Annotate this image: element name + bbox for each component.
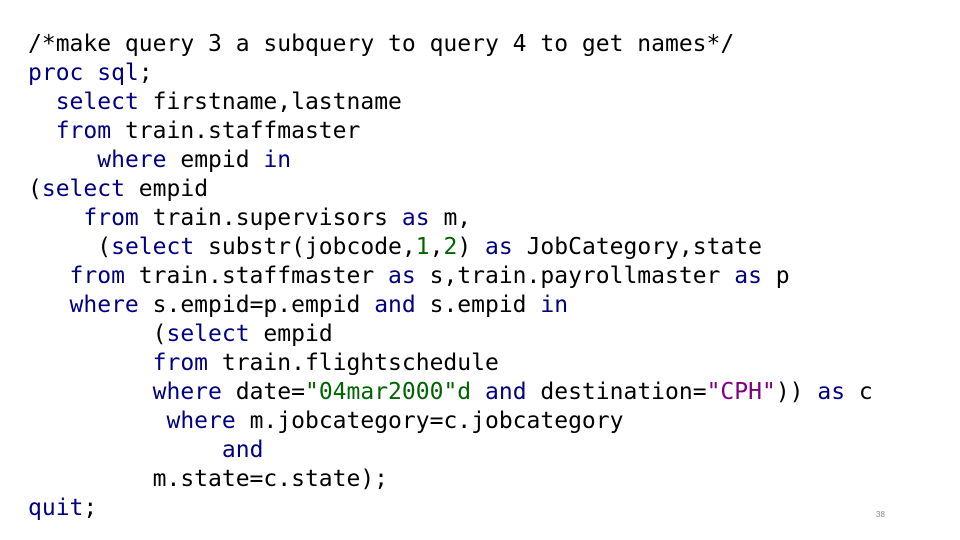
code-line: where empid in xyxy=(28,146,873,175)
code-line: (select empid xyxy=(28,175,873,204)
code-line: m.state=c.state); xyxy=(28,465,873,494)
code-token-plain: substr(jobcode, xyxy=(194,234,416,260)
code-token-plain: ( xyxy=(28,176,42,202)
code-token-plain: s,train.payrollmaster xyxy=(415,263,735,289)
code-token-num: 1 xyxy=(415,234,430,260)
code-token-kw: as xyxy=(817,379,846,405)
code-token-plain: empid xyxy=(124,176,209,202)
code-token-plain: train.flightschedule xyxy=(208,350,499,376)
code-line: from train.staffmaster as s,train.payrol… xyxy=(28,262,873,291)
code-token-plain: ( xyxy=(28,234,112,260)
code-token-str: "CPH" xyxy=(706,379,776,405)
code-token-plain: ( xyxy=(28,321,167,347)
code-token-plain: train.supervisors xyxy=(138,205,402,231)
code-token-plain: m, xyxy=(429,205,472,231)
page-number: 38 xyxy=(876,510,885,519)
code-line: from train.flightschedule xyxy=(28,349,873,378)
code-token-plain: empid xyxy=(249,321,333,347)
code-token-comment: /*make query 3 a subquery to query 4 to … xyxy=(28,31,735,57)
code-line: and xyxy=(28,436,873,465)
code-line: (select empid xyxy=(28,320,873,349)
code-token-kw: where xyxy=(152,379,222,405)
code-token-kw: and xyxy=(221,437,264,463)
code-line: select firstname,lastname xyxy=(28,88,873,117)
code-line: from train.supervisors as m, xyxy=(28,204,873,233)
code-token-kw: and xyxy=(485,379,527,405)
code-line: proc sql; xyxy=(28,59,873,88)
code-token-plain: p xyxy=(761,263,790,289)
code-token-plain: train.staffmaster xyxy=(111,118,361,144)
code-token-proc: proc sql xyxy=(28,60,139,86)
code-token-plain: s.empid=p.empid xyxy=(138,292,375,318)
code-token-plain: ; xyxy=(83,495,98,521)
code-token-plain: )) xyxy=(775,379,818,405)
code-token-kw: select xyxy=(55,89,139,115)
code-line: where date="04mar2000"d and destination=… xyxy=(28,378,873,407)
code-line: /*make query 3 a subquery to query 4 to … xyxy=(28,30,873,59)
code-token-plain: m.jobcategory=c.jobcategory xyxy=(235,408,624,434)
code-token-kw: from xyxy=(69,263,125,289)
code-token-proc: quit xyxy=(28,495,84,521)
code-token-kw: where xyxy=(166,408,236,434)
code-line: where s.empid=p.empid and s.empid in xyxy=(28,291,873,320)
code-token-kw: from xyxy=(83,205,139,231)
code-token-kw: in xyxy=(540,292,569,318)
code-token-kw: select xyxy=(111,234,195,260)
code-token-plain: , xyxy=(429,234,444,260)
code-token-kw: select xyxy=(166,321,250,347)
code-token-plain: firstname,lastname xyxy=(138,89,402,115)
code-token-plain: ; xyxy=(138,60,153,86)
code-token-plain: date= xyxy=(221,379,305,405)
code-line: where m.jobcategory=c.jobcategory xyxy=(28,407,873,436)
code-line: quit; xyxy=(28,494,873,523)
code-token-num: 2 xyxy=(443,234,458,260)
code-token-kw: as xyxy=(388,263,416,289)
code-token-plain: destination= xyxy=(526,379,707,405)
code-token-kw: as xyxy=(401,205,430,231)
code-token-plain: m.state=c.state); xyxy=(28,466,389,492)
code-token-plain: JobCategory,state xyxy=(512,234,762,260)
code-token-plain: train.staffmaster xyxy=(124,263,389,289)
code-token-plain: c xyxy=(845,379,873,405)
slide: /*make query 3 a subquery to query 4 to … xyxy=(0,0,960,540)
code-token-kw: from xyxy=(152,350,209,376)
code-token-kw: in xyxy=(263,147,292,173)
code-token-num: "04mar2000"d xyxy=(304,379,472,405)
code-token-plain: ) xyxy=(457,234,486,260)
code-line: from train.staffmaster xyxy=(28,117,873,146)
code-token-kw: select xyxy=(41,176,125,202)
code-token-kw: and xyxy=(374,292,416,318)
code-token-plain: empid xyxy=(166,147,264,173)
code-token-plain: s.empid xyxy=(415,292,541,318)
code-token-kw: where xyxy=(97,147,167,173)
code-token-kw: as xyxy=(485,234,513,260)
sas-code-block: /*make query 3 a subquery to query 4 to … xyxy=(28,30,873,523)
code-token-kw: as xyxy=(734,263,762,289)
code-token-kw: where xyxy=(69,292,139,318)
code-token-kw: from xyxy=(55,118,112,144)
code-line: (select substr(jobcode,1,2) as JobCatego… xyxy=(28,233,873,262)
